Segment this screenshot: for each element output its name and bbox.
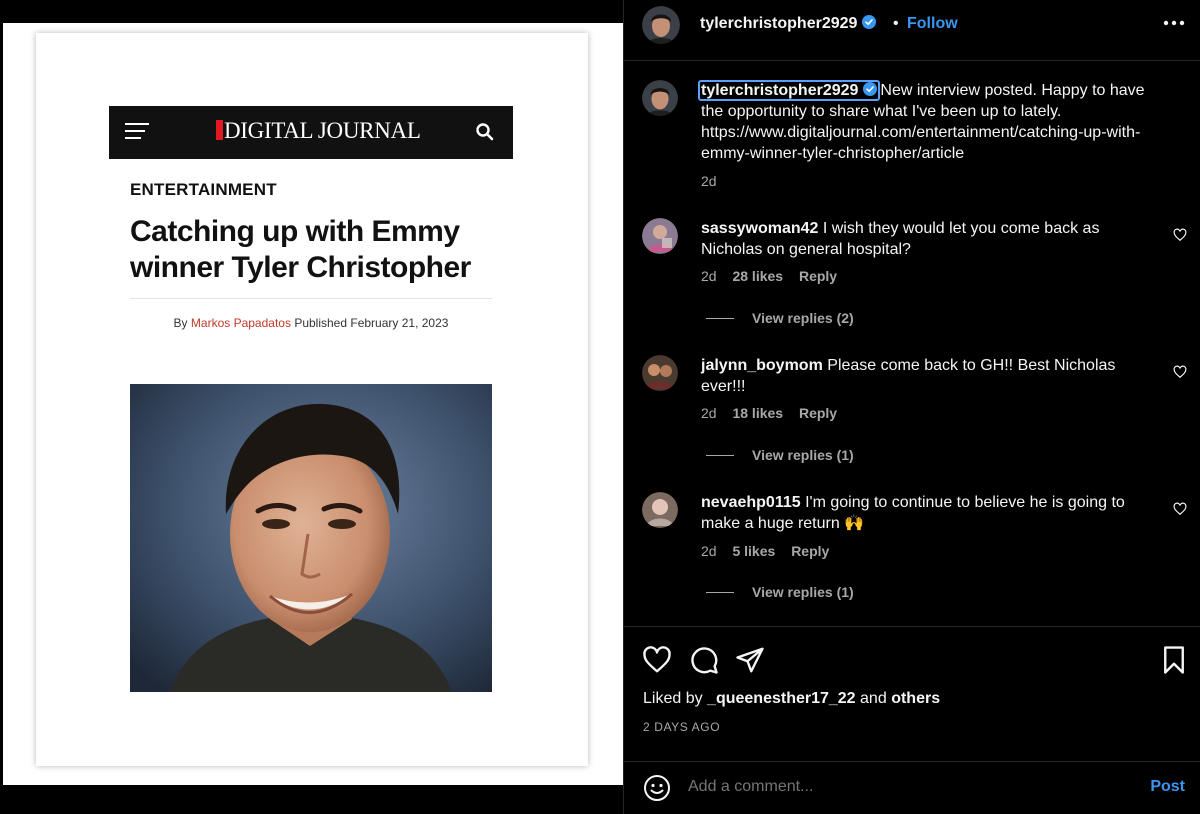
post-author-username-text[interactable]: tylerchristopher2929 — [700, 15, 857, 32]
article-title: Catching up with Emmy winner Tyler Chris… — [130, 215, 471, 284]
avatar[interactable] — [642, 218, 678, 254]
post-timestamp[interactable]: 2 DAYS AGO — [643, 720, 720, 734]
verified-badge-icon — [863, 82, 878, 96]
view-replies-label[interactable]: View replies (1) — [752, 584, 854, 600]
post-author-username[interactable]: tylerchristopher2929 — [700, 15, 877, 33]
verified-badge-icon — [862, 15, 877, 29]
avatar[interactable] — [642, 355, 678, 391]
comment-like-icon[interactable] — [1173, 365, 1187, 379]
comment-likes[interactable]: 18 likes — [732, 405, 783, 421]
view-replies-button[interactable]: View replies (2) — [706, 310, 854, 326]
caption-username[interactable]: tylerchristopher2929 — [698, 80, 881, 101]
more-options-icon[interactable] — [1163, 20, 1185, 26]
reply-button[interactable]: Reply — [799, 405, 837, 421]
liked-by-others[interactable]: others — [891, 690, 940, 707]
comment-meta: 2d 28 likes Reply — [701, 268, 849, 284]
article-section: ENTERTAINMENT — [130, 180, 277, 199]
avatar[interactable] — [642, 492, 678, 528]
article-photo — [130, 384, 492, 692]
portrait-illustration — [130, 384, 492, 692]
comment-icon[interactable] — [689, 645, 719, 675]
post-media: DIGITAL JOURNAL ENTERTAINMENT Catching u… — [0, 0, 623, 814]
comment-username[interactable]: sassywoman42 — [701, 220, 818, 237]
view-replies-button[interactable]: View replies (1) — [706, 584, 854, 600]
post-header: tylerchristopher2929 • Follow — [624, 0, 1200, 61]
caption-age: 2d — [701, 173, 717, 189]
avatar[interactable] — [642, 6, 680, 44]
caption-text-block: tylerchristopher2929 New interview posted… — [698, 80, 1156, 164]
follow-button[interactable]: Follow — [907, 15, 958, 33]
liked-by-prefix: Liked by — [643, 690, 703, 707]
header-separator: • — [893, 15, 899, 32]
view-replies-label[interactable]: View replies (1) — [752, 447, 854, 463]
comment-like-icon[interactable] — [1173, 502, 1187, 516]
reply-button[interactable]: Reply — [799, 268, 837, 284]
comment-text-block: sassywoman42 I wish they would let you c… — [701, 218, 1156, 260]
comment-meta: 2d 5 likes Reply — [701, 543, 841, 559]
replies-line — [706, 318, 734, 319]
comment-age: 2d — [701, 543, 717, 559]
caption-username-text[interactable]: tylerchristopher2929 — [701, 82, 858, 99]
comment-likes[interactable]: 5 likes — [732, 543, 775, 559]
view-replies-button[interactable]: View replies (1) — [706, 447, 854, 463]
comment-text-block: jalynn_boymom Please come back to GH!! B… — [701, 355, 1156, 397]
add-comment-bar: Post — [624, 761, 1200, 814]
article-byline: By Markos Papadatos Published February 2… — [130, 316, 492, 330]
comment-age: 2d — [701, 268, 717, 284]
digital-journal-header: DIGITAL JOURNAL — [109, 106, 513, 159]
byline-published-label: Published — [294, 316, 348, 330]
liked-by: Liked by _queenesther17_22 and others — [643, 690, 940, 708]
article-date: February 21, 2023 — [350, 316, 449, 330]
post-details-panel: tylerchristopher2929 • Follow tylerchris… — [623, 0, 1200, 814]
caption-meta: 2d — [701, 173, 729, 189]
reply-button[interactable]: Reply — [791, 543, 829, 559]
search-icon — [476, 123, 494, 141]
comment-meta: 2d 18 likes Reply — [701, 405, 849, 421]
article-divider — [130, 298, 492, 299]
byline-by: By — [173, 316, 188, 330]
article-author: Markos Papadatos — [190, 316, 291, 330]
comment-likes[interactable]: 28 likes — [732, 268, 783, 284]
liked-by-and: and — [860, 690, 887, 707]
emoji-icon[interactable] — [643, 774, 671, 802]
replies-line — [706, 592, 734, 593]
add-comment-input[interactable] — [688, 778, 1118, 796]
liked-by-user[interactable]: _queenesther17_22 — [707, 690, 856, 707]
share-icon[interactable] — [735, 645, 765, 675]
bookmark-icon[interactable] — [1159, 645, 1189, 675]
avatar[interactable] — [642, 80, 678, 116]
heart-icon[interactable] — [642, 645, 672, 675]
comment-username[interactable]: jalynn_boymom — [701, 357, 823, 374]
digital-journal-logo: DIGITAL JOURNAL — [216, 118, 421, 144]
comment-age: 2d — [701, 405, 717, 421]
comment-username[interactable]: nevaehp0115 — [701, 494, 801, 511]
view-replies-label[interactable]: View replies (2) — [752, 310, 854, 326]
brand-name: DIGITAL JOURNAL — [224, 118, 421, 143]
comment-like-icon[interactable] — [1173, 228, 1187, 242]
comment-text-block: nevaehp0115 I'm going to continue to bel… — [701, 492, 1156, 534]
replies-line — [706, 455, 734, 456]
hamburger-menu-icon — [125, 123, 149, 141]
post-comment-button[interactable]: Post — [1150, 778, 1185, 796]
